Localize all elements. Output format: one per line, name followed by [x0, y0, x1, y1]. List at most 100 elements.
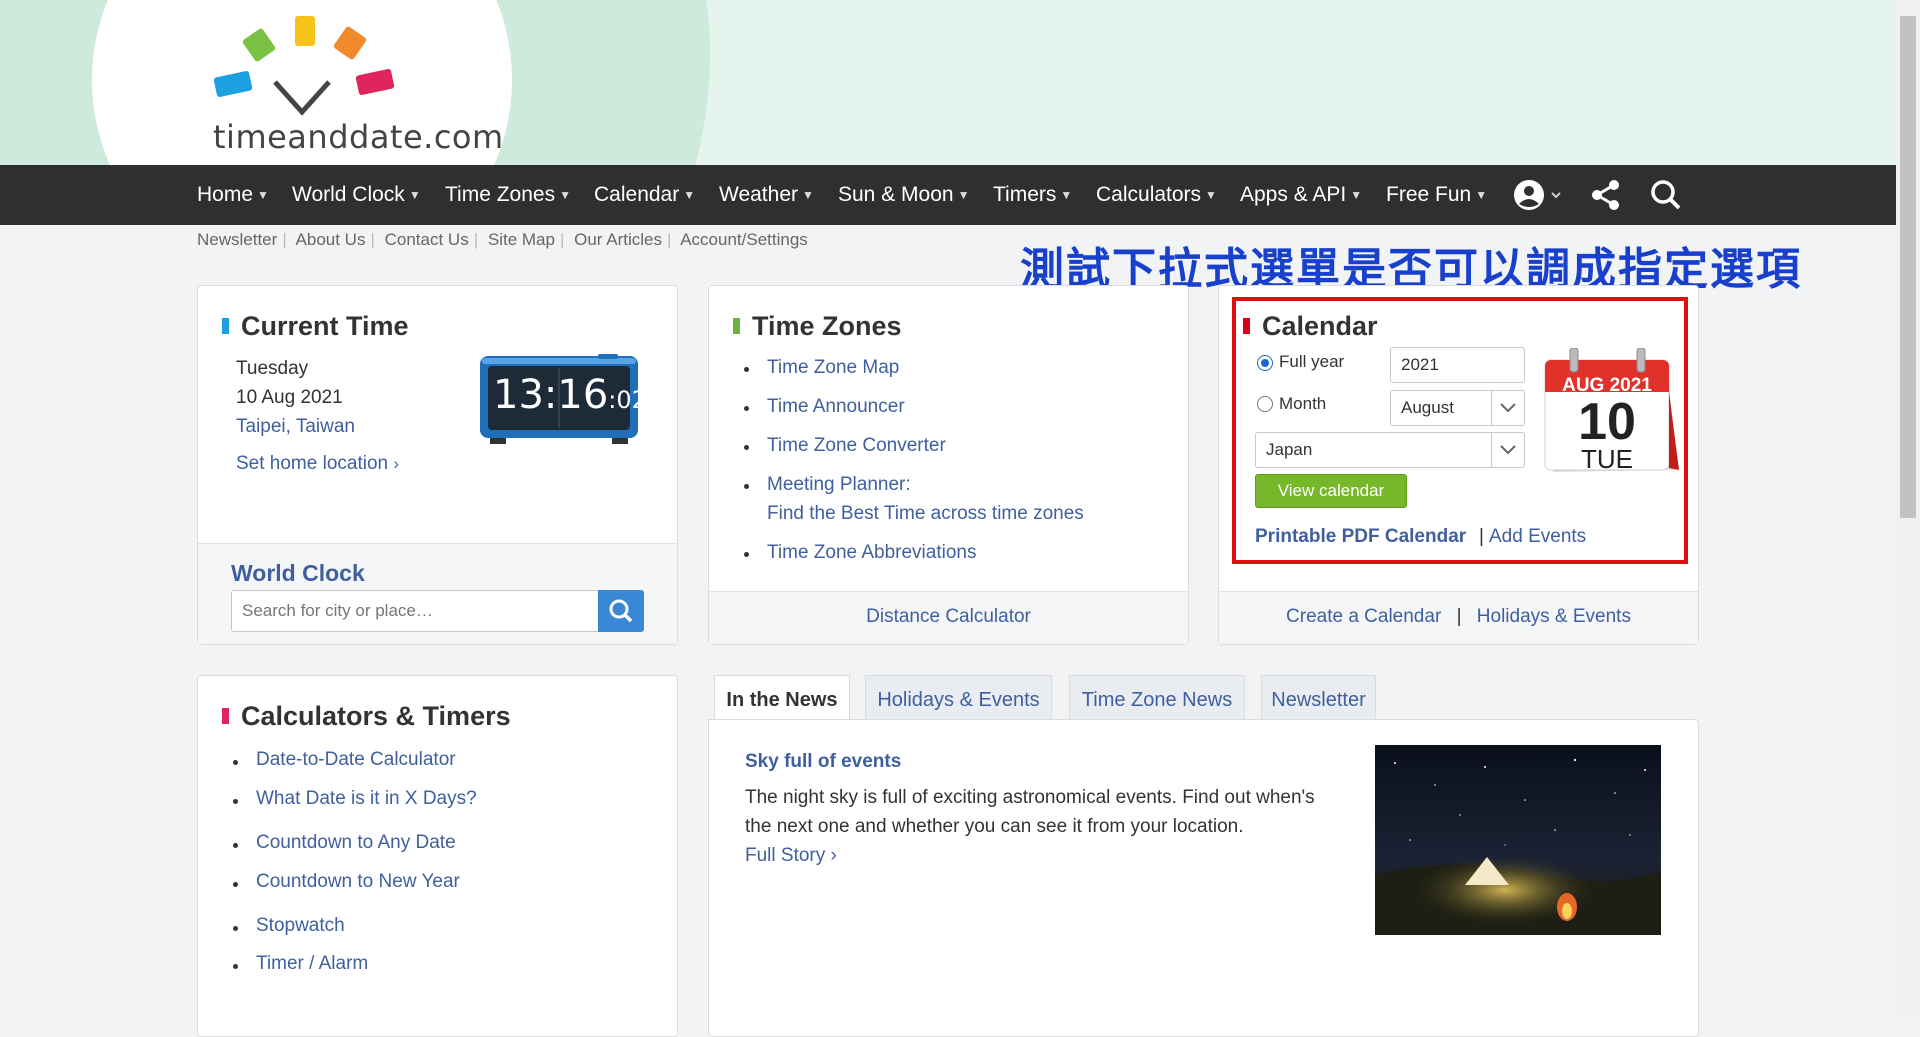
calendar-footer-links: Create a Calendar | Holidays & Events [1219, 606, 1698, 628]
nav-free-fun[interactable]: Free Fun ▼ [1386, 165, 1487, 225]
highlight-box [1232, 297, 1688, 564]
link-about-us[interactable]: About Us [296, 230, 366, 249]
link-distance-calculator[interactable]: Distance Calculator [709, 606, 1188, 628]
search-button[interactable] [598, 590, 644, 632]
link-countdown-any-date[interactable]: Countdown to Any Date [256, 832, 456, 854]
link-meeting-planner[interactable]: Meeting Planner: [767, 474, 911, 496]
clock-seconds: :02 [608, 386, 647, 414]
link-our-articles[interactable]: Our Articles [574, 230, 662, 249]
time-zones-title-text: Time Zones [752, 311, 902, 341]
link-contact-us[interactable]: Contact Us [385, 230, 469, 249]
nav-world-clock[interactable]: World Clock ▼ [292, 165, 421, 225]
news-headline[interactable]: Sky full of events [745, 751, 901, 773]
set-home-label: Set home location [236, 453, 389, 474]
current-time-title: Current Time [222, 311, 409, 342]
link-timer-alarm[interactable]: Timer / Alarm [256, 953, 368, 975]
chevron-down-icon: ▼ [1060, 188, 1073, 202]
bullet [233, 843, 238, 848]
nav-sun-moon-label: Sun & Moon [838, 183, 954, 206]
section-marker [222, 318, 229, 334]
link-time-zone-map[interactable]: Time Zone Map [767, 357, 899, 379]
bullet [233, 799, 238, 804]
nav-weather-label: Weather [719, 183, 798, 206]
separator: | [666, 230, 672, 249]
nav-sun-moon[interactable]: Sun & Moon ▼ [838, 165, 969, 225]
link-stopwatch[interactable]: Stopwatch [256, 915, 345, 937]
city-search-input[interactable] [231, 590, 599, 632]
bullet [233, 882, 238, 887]
set-home-location-link[interactable]: Set home location › [236, 453, 399, 475]
chevron-down-icon: ▼ [408, 188, 421, 202]
nav-home-label: Home [197, 183, 254, 206]
link-date-to-date[interactable]: Date-to-Date Calculator [256, 749, 456, 771]
separator: | [473, 230, 479, 249]
nav-world-clock-label: World Clock [292, 183, 405, 206]
full-story-link[interactable]: Full Story › [745, 845, 837, 867]
main-nav: Home ▼ World Clock ▼ Time Zones ▼ Calendar ▼… [0, 165, 1896, 225]
chevron-right-icon: › [830, 845, 837, 866]
nav-calculators[interactable]: Calculators ▼ [1096, 165, 1217, 225]
bullet [233, 964, 238, 969]
link-what-date[interactable]: What Date is it in X Days? [256, 788, 477, 810]
holidays-events-link[interactable]: Holidays & Events [1477, 606, 1631, 627]
current-location-link[interactable]: Taipei, Taiwan [236, 416, 355, 438]
nav-calculators-label: Calculators [1096, 183, 1202, 206]
share-icon[interactable] [1590, 177, 1622, 213]
bullet [744, 406, 749, 411]
link-time-announcer[interactable]: Time Announcer [767, 396, 905, 418]
scrollbar-thumb[interactable] [1900, 16, 1916, 518]
nav-timers[interactable]: Timers ▼ [993, 165, 1072, 225]
link-account-settings[interactable]: Account/Settings [680, 230, 808, 249]
chevron-down-icon: ▼ [559, 188, 571, 202]
chevron-down-icon: ▼ [257, 188, 269, 202]
current-time-title-text: Current Time [241, 311, 409, 341]
link-time-zone-converter[interactable]: Time Zone Converter [767, 435, 946, 457]
tab-holidays-events[interactable]: Holidays & Events [865, 675, 1052, 720]
chevron-down-icon: ▼ [1205, 188, 1217, 202]
bullet [744, 552, 749, 557]
separator: | [370, 230, 375, 249]
search-icon[interactable] [1650, 177, 1682, 213]
time-zones-card: Time Zones Time Zone Map Time Announcer … [708, 285, 1189, 645]
account-icon[interactable] [1512, 177, 1564, 213]
link-newsletter[interactable]: Newsletter [197, 230, 277, 249]
secondary-links: Newsletter | About Us | Contact Us | Site M… [197, 230, 808, 250]
nav-home[interactable]: Home ▼ [197, 165, 269, 225]
calendar-footer: Create a Calendar | Holidays & Events [1219, 591, 1698, 644]
nav-weather[interactable]: Weather ▼ [719, 165, 814, 225]
header-banner: timeanddate.com [0, 0, 1896, 165]
separator: | [282, 230, 287, 249]
nav-time-zones-label: Time Zones [445, 183, 556, 206]
bullet [233, 926, 238, 931]
link-site-map[interactable]: Site Map [488, 230, 555, 249]
chevron-down-icon: ▼ [683, 188, 696, 202]
bullet [744, 484, 749, 489]
bullet [233, 760, 238, 765]
link-meeting-planner-sub[interactable]: Find the Best Time across time zones [767, 503, 1084, 525]
time-zones-title: Time Zones [733, 311, 902, 342]
tab-newsletter[interactable]: Newsletter [1261, 675, 1376, 720]
tab-time-zone-news[interactable]: Time Zone News [1069, 675, 1245, 720]
nav-apps-api[interactable]: Apps & API ▼ [1240, 165, 1362, 225]
nav-time-zones[interactable]: Time Zones ▼ [445, 165, 571, 225]
nav-calendar[interactable]: Calendar ▼ [594, 165, 695, 225]
world-clock-label[interactable]: World Clock [231, 560, 365, 587]
link-countdown-new-year[interactable]: Countdown to New Year [256, 871, 460, 893]
link-time-zone-abbreviations[interactable]: Time Zone Abbreviations [767, 542, 976, 564]
chevron-down-icon: ▼ [1350, 188, 1363, 202]
nav-free-fun-label: Free Fun [1386, 183, 1472, 206]
calculators-card: Calculators & Timers Date-to-Date Calcul… [197, 675, 678, 1037]
current-time-card: Current Time Tuesday 10 Aug 2021 Taipei,… [197, 285, 678, 645]
create-calendar-link[interactable]: Create a Calendar [1286, 606, 1441, 627]
night-sky-camping-image[interactable] [1375, 745, 1661, 935]
nav-apps-api-label: Apps & API [1240, 183, 1347, 206]
tab-in-the-news[interactable]: In the News [714, 675, 850, 721]
bullet [744, 367, 749, 372]
logo-text[interactable]: timeanddate.com [213, 118, 504, 156]
clock-hm: 13:16 [493, 372, 609, 418]
chevron-down-icon: ▼ [1475, 188, 1488, 202]
calculators-title-text: Calculators & Timers [241, 701, 511, 731]
search-icon [609, 599, 633, 623]
clock-hours-minutes: 13:16:02 [493, 372, 647, 418]
page-scrollbar[interactable] [1896, 0, 1920, 1016]
